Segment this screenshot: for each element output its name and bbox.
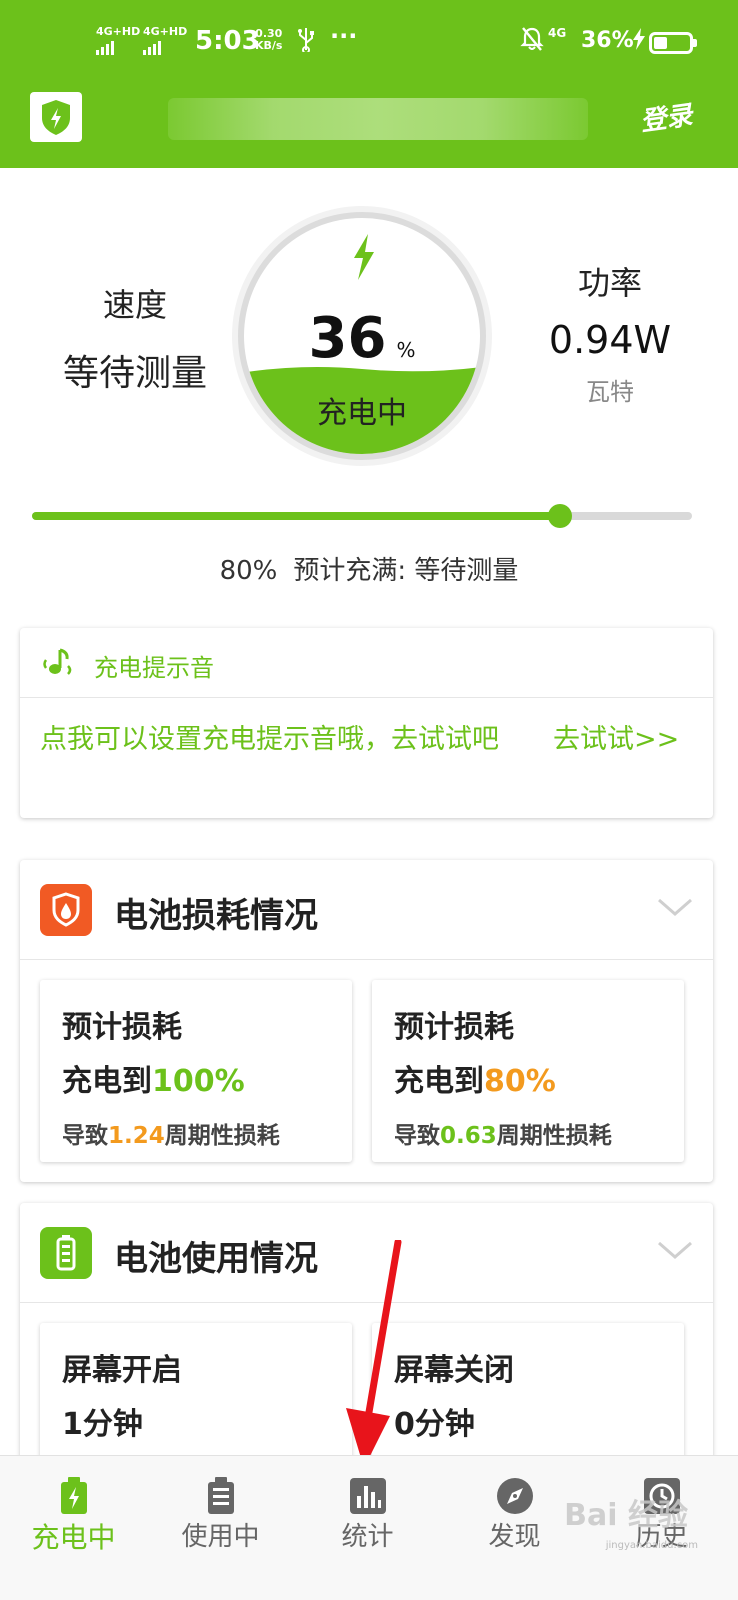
loss-card-80: 预计损耗 充电到80% 导致0.63周期性损耗 [372, 980, 684, 1162]
annotation-arrow [340, 1238, 410, 1474]
percent-value: 36 [308, 306, 387, 371]
loss-cycles-suffix: 周期性损耗 [496, 1123, 612, 1149]
tone-card-header: 充电提示音 [20, 628, 713, 698]
power-unit: 瓦特 [586, 378, 634, 406]
loss-target-value: 80% [484, 1064, 556, 1099]
loss-title: 预计损耗 [394, 1010, 514, 1045]
sim2-label: 4G+HD [143, 25, 188, 38]
charging-battery-icon [59, 1476, 89, 1520]
charge-gauge: 36% 充电中 [228, 202, 496, 470]
loss-target-prefix: 充电到 [62, 1064, 152, 1099]
charging-bolt-icon [632, 28, 646, 55]
sim1-label: 4G+HD [96, 25, 141, 38]
music-note-icon [40, 646, 76, 684]
battery-icon [40, 1227, 92, 1279]
bar-chart-icon [348, 1476, 388, 1520]
loss-target: 充电到100% [62, 1056, 330, 1100]
clock: 5:03 [195, 26, 260, 56]
charge-limit-caption: 80% 预计充满: 等待测量 [0, 550, 738, 587]
shield-drop-icon [40, 884, 92, 936]
screen-on-label: 屏幕开启 [62, 1353, 182, 1388]
status-bar: 4G+HD 4G+HD 5:03 0.30 KB/s ··· 4G 36% [0, 22, 738, 62]
mute-bell-icon [520, 26, 544, 58]
blurred-title [168, 98, 588, 140]
usb-icon [296, 26, 316, 58]
loss-card-100: 预计损耗 充电到100% 导致1.24周期性损耗 [40, 980, 352, 1162]
nav-charging[interactable]: 充电中 [0, 1456, 147, 1600]
nav-statistics[interactable]: 统计 [294, 1456, 441, 1600]
estimated-full-time: 预计充满: 等待测量 [293, 556, 519, 586]
battery-fill [654, 37, 667, 49]
loss-target-value: 100% [152, 1064, 245, 1099]
nav-label: 使用中 [181, 1522, 260, 1552]
gauge-percent: 36% [228, 306, 496, 371]
battery-usage-title: 电池使用情况 [114, 1239, 318, 1279]
battery-loss-title: 电池损耗情况 [114, 896, 318, 936]
loss-target-prefix: 充电到 [394, 1064, 484, 1099]
nav-label: 统计 [341, 1522, 394, 1552]
battery-icon [649, 32, 697, 54]
speed-value: 等待测量 [62, 353, 207, 394]
compass-icon [495, 1476, 535, 1520]
battery-loss-header[interactable]: 电池损耗情况 [20, 860, 713, 960]
screen-off-value: 0分钟 [394, 1407, 475, 1442]
loss-title: 预计损耗 [62, 1010, 182, 1045]
loss-cycles-prefix: 导致 [394, 1123, 440, 1149]
slider-handle[interactable] [548, 504, 572, 528]
loss-cycles: 导致0.63周期性损耗 [394, 1116, 662, 1150]
loss-target: 充电到80% [394, 1056, 662, 1100]
sim1-signal: 4G+HD [96, 26, 140, 55]
more-notifications-icon: ··· [330, 22, 358, 50]
charging-status: 充电中 [317, 396, 407, 431]
signal-icon [96, 41, 140, 55]
loss-cycles-suffix: 周期性损耗 [164, 1123, 280, 1149]
loss-cycles: 导致1.24周期性损耗 [62, 1116, 330, 1150]
network-type: 4G [548, 26, 567, 40]
net-speed: 0.30 KB/s [255, 28, 282, 52]
charge-tone-card[interactable]: 充电提示音 点我可以设置充电提示音哦，去试试吧 去试试>> [20, 628, 713, 818]
loss-cycles-value: 0.63 [440, 1123, 497, 1149]
tone-card-message: 点我可以设置充电提示音哦，去试试吧 [40, 724, 499, 755]
speed-panel: 速度 等待测量 [50, 280, 220, 396]
tone-card-body[interactable]: 点我可以设置充电提示音哦，去试试吧 去试试>> [20, 698, 713, 782]
chevron-down-icon[interactable] [655, 1235, 695, 1265]
power-label: 功率 [577, 264, 642, 302]
loss-cycles-prefix: 导致 [62, 1123, 108, 1149]
screen-off-label: 屏幕关闭 [394, 1353, 514, 1388]
battery-list-icon [206, 1476, 236, 1520]
power-panel: 功率 0.94W 瓦特 [535, 258, 685, 407]
charge-limit-percent: 80% [219, 556, 278, 586]
nav-in-use[interactable]: 使用中 [147, 1456, 294, 1600]
try-it-link[interactable]: 去试试>> [553, 720, 679, 760]
watermark: Bai 经验 [564, 1498, 688, 1533]
screen-on-value: 1分钟 [62, 1407, 143, 1442]
signal-icon [143, 41, 187, 55]
app-header: 4G+HD 4G+HD 5:03 0.30 KB/s ··· 4G 36% 登录 [0, 0, 738, 168]
battery-loss-section: 电池损耗情况 预计损耗 充电到100% 导致1.24周期性损耗 预计损耗 充电到… [20, 860, 713, 1182]
power-value: 0.94W [548, 318, 672, 362]
sim2-signal: 4G+HD [143, 26, 187, 55]
loss-cycles-value: 1.24 [108, 1123, 165, 1149]
charge-limit-slider[interactable] [32, 504, 692, 528]
battery-percent: 36% [581, 28, 634, 53]
login-button[interactable]: 登录 [638, 95, 695, 139]
net-speed-unit: KB/s [255, 39, 283, 52]
app-logo [30, 92, 82, 142]
tone-card-title: 充电提示音 [94, 654, 214, 682]
nav-label: 充电中 [31, 1521, 116, 1554]
percent-symbol: % [396, 338, 416, 362]
watermark-url: jingyan.baidu.com [605, 1540, 698, 1551]
chevron-down-icon[interactable] [655, 892, 695, 922]
speed-label: 速度 [102, 286, 167, 324]
slider-fill [32, 512, 560, 520]
